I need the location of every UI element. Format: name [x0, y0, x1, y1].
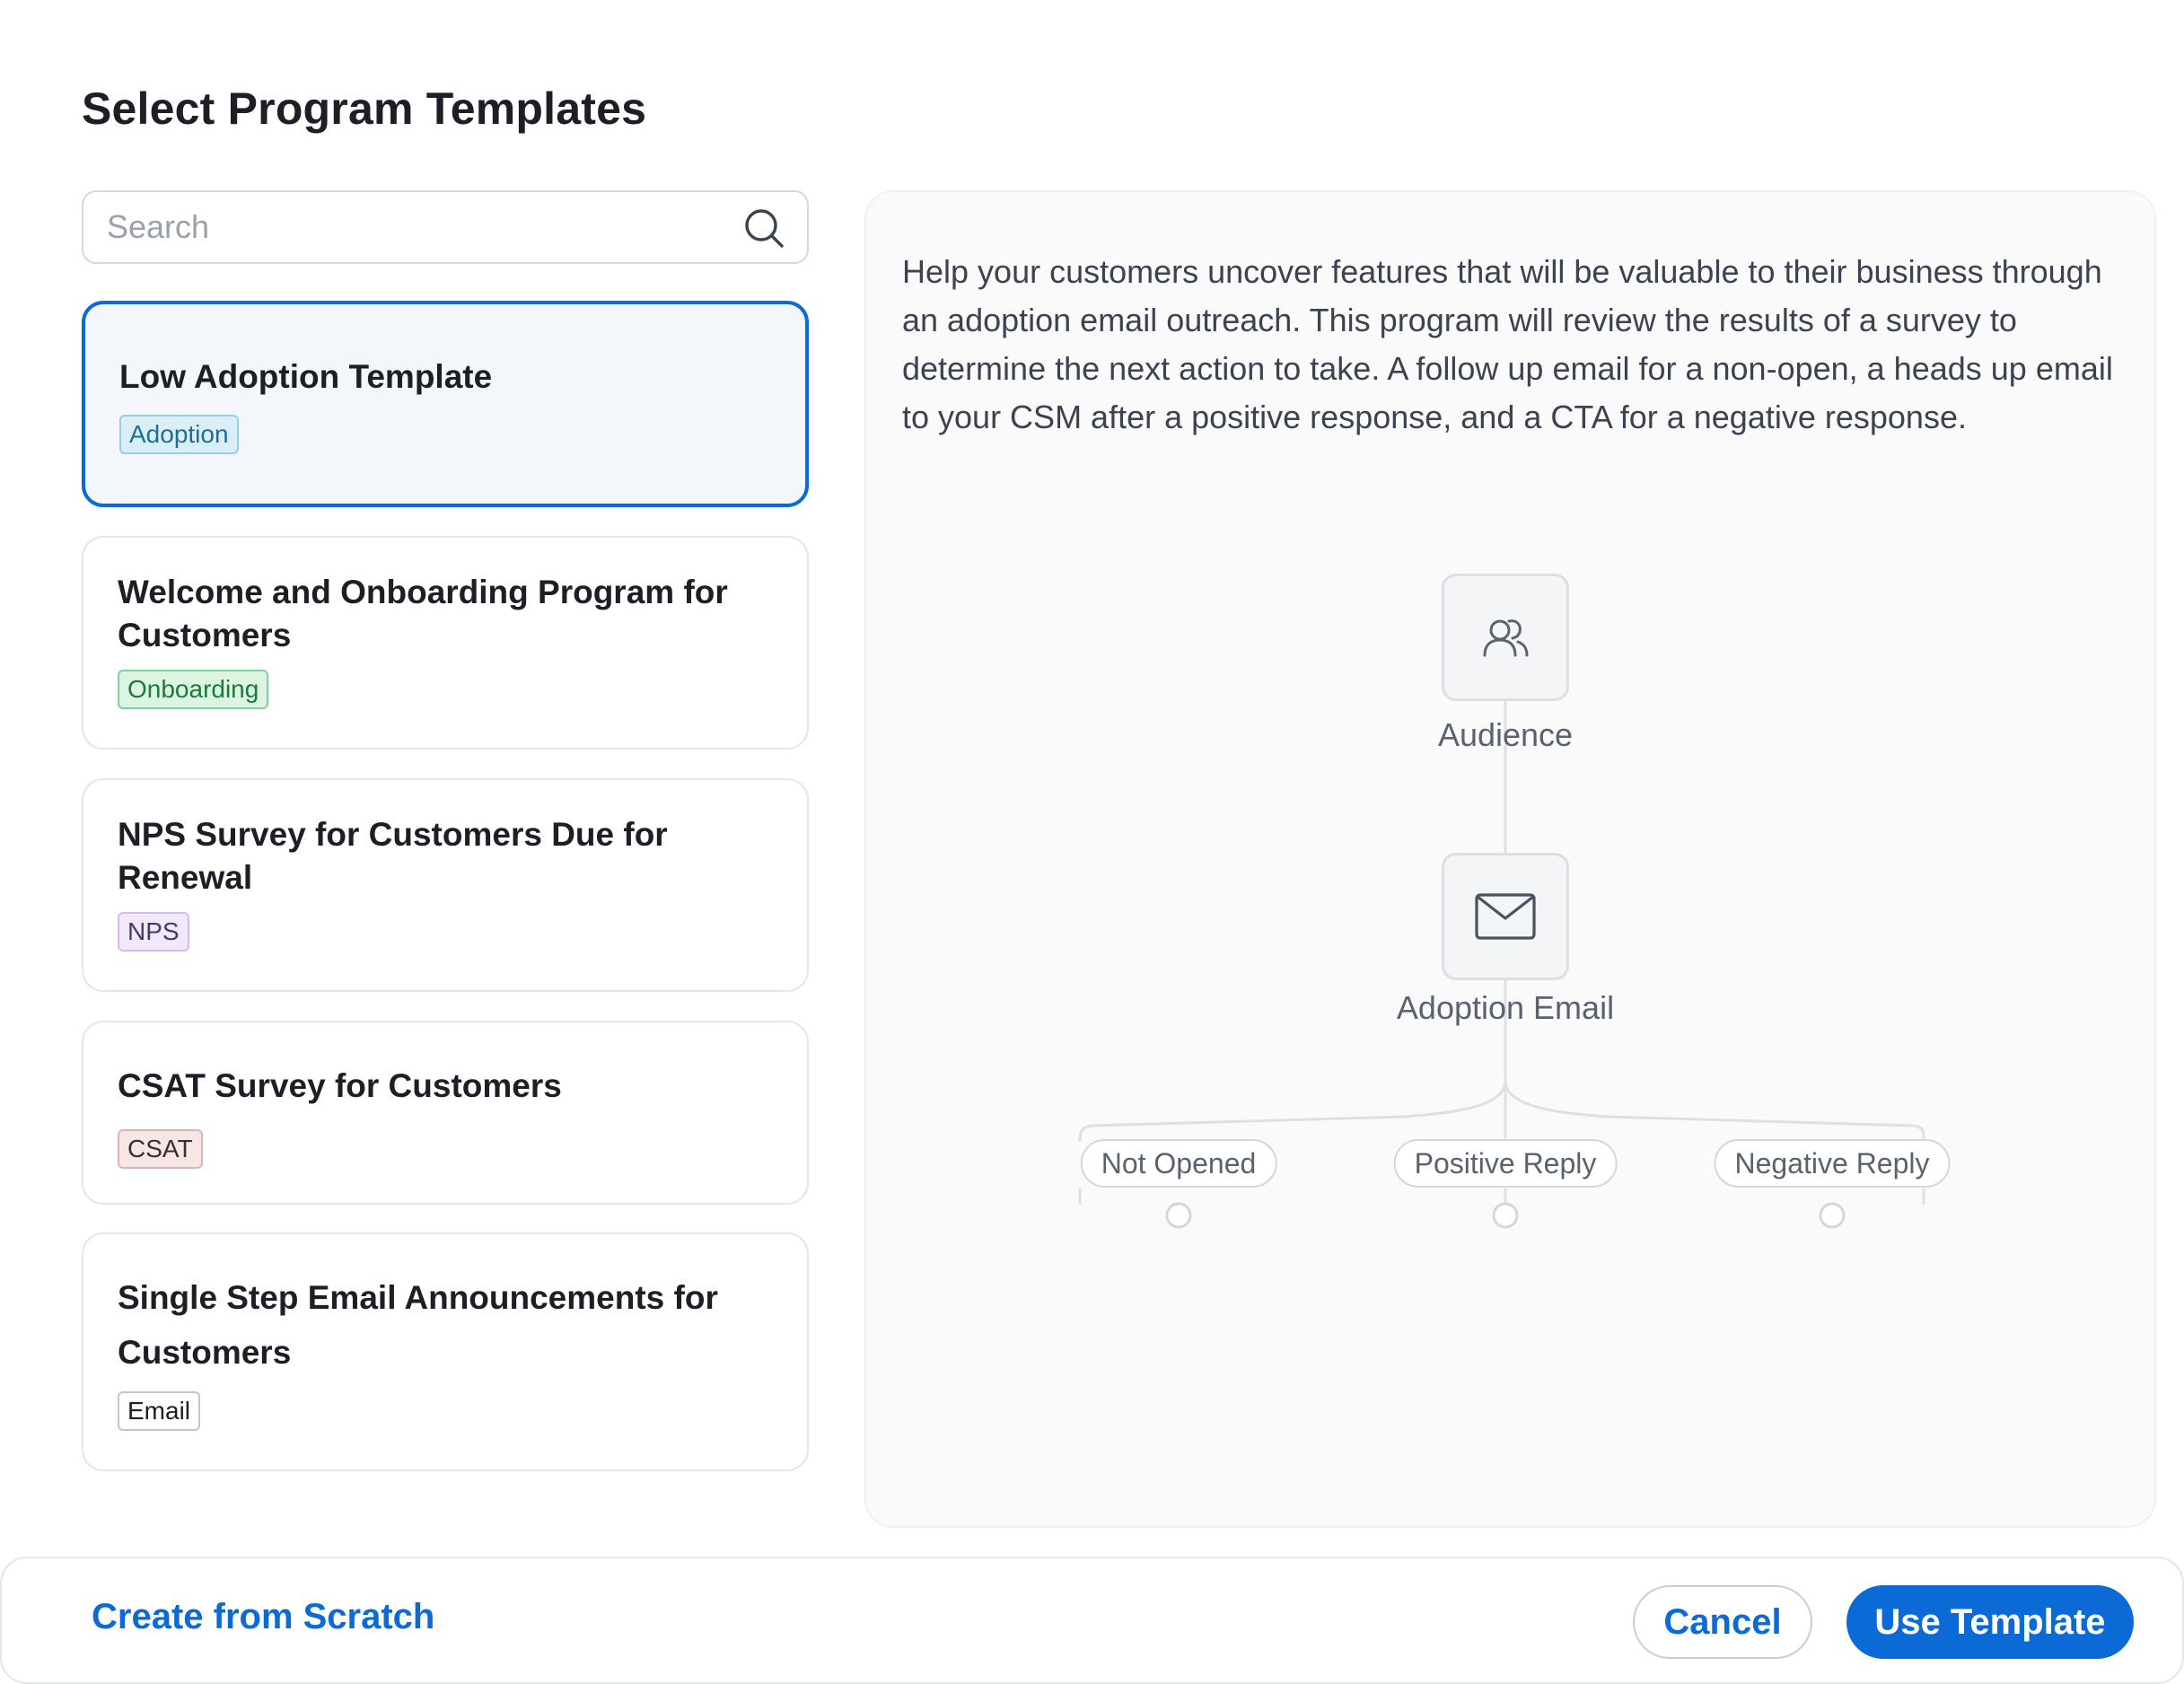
template-card-welcome-onboarding[interactable]: Welcome and Onboarding Program for Custo…	[82, 536, 809, 750]
flow-node-audience[interactable]	[1442, 574, 1569, 701]
template-tag: NPS	[118, 912, 189, 952]
template-preview-panel: Help your customers uncover features tha…	[864, 190, 2156, 1528]
search-input[interactable]	[107, 192, 717, 262]
search-box[interactable]	[82, 190, 809, 264]
branch-endpoint	[1819, 1202, 1846, 1229]
envelope-icon	[1475, 893, 1536, 940]
users-icon	[1483, 619, 1529, 657]
template-card-title: CSAT Survey for Customers	[118, 1067, 562, 1104]
template-tag: CSAT	[118, 1129, 203, 1169]
template-card-title: Low Adoption Template	[119, 358, 493, 395]
branch-pill-positive-reply: Positive Reply	[1393, 1139, 1618, 1188]
template-card-csat-survey[interactable]: CSAT Survey for Customers CSAT	[82, 1021, 809, 1205]
dialog-footer: Create from Scratch Cancel Use Template	[0, 1557, 2184, 1684]
create-from-scratch-button[interactable]: Create from Scratch	[92, 1597, 434, 1637]
dialog-title: Select Program Templates	[82, 83, 647, 134]
use-template-button[interactable]: Use Template	[1846, 1585, 2134, 1659]
branch-pill-negative-reply: Negative Reply	[1714, 1139, 1951, 1188]
flow-node-label: Audience	[1437, 716, 1574, 753]
template-card-title: Single Step Email Announcements for Cust…	[118, 1279, 718, 1371]
branch-pill-not-opened: Not Opened	[1080, 1139, 1277, 1188]
branch-endpoint	[1165, 1202, 1192, 1229]
template-card-title: Welcome and Onboarding Program for Custo…	[118, 574, 728, 653]
flow-node-label: Adoption Email	[1396, 989, 1615, 1026]
template-card-nps-survey[interactable]: NPS Survey for Customers Due for Renewal…	[82, 778, 809, 992]
template-tag: Adoption	[119, 415, 239, 454]
search-icon[interactable]	[742, 206, 785, 250]
template-card-low-adoption[interactable]: Low Adoption Template Adoption	[82, 301, 809, 507]
cancel-button[interactable]: Cancel	[1633, 1585, 1812, 1659]
branch-endpoint	[1492, 1202, 1519, 1229]
flow-node-adoption-email[interactable]	[1442, 853, 1569, 980]
template-tag: Email	[118, 1391, 201, 1431]
template-tag: Onboarding	[118, 670, 269, 709]
template-card-single-step-email[interactable]: Single Step Email Announcements for Cust…	[82, 1232, 809, 1471]
template-card-title: NPS Survey for Customers Due for Renewal	[118, 816, 668, 896]
select-program-templates-dialog: Select Program Templates Low Adoption Te…	[0, 0, 2184, 1684]
